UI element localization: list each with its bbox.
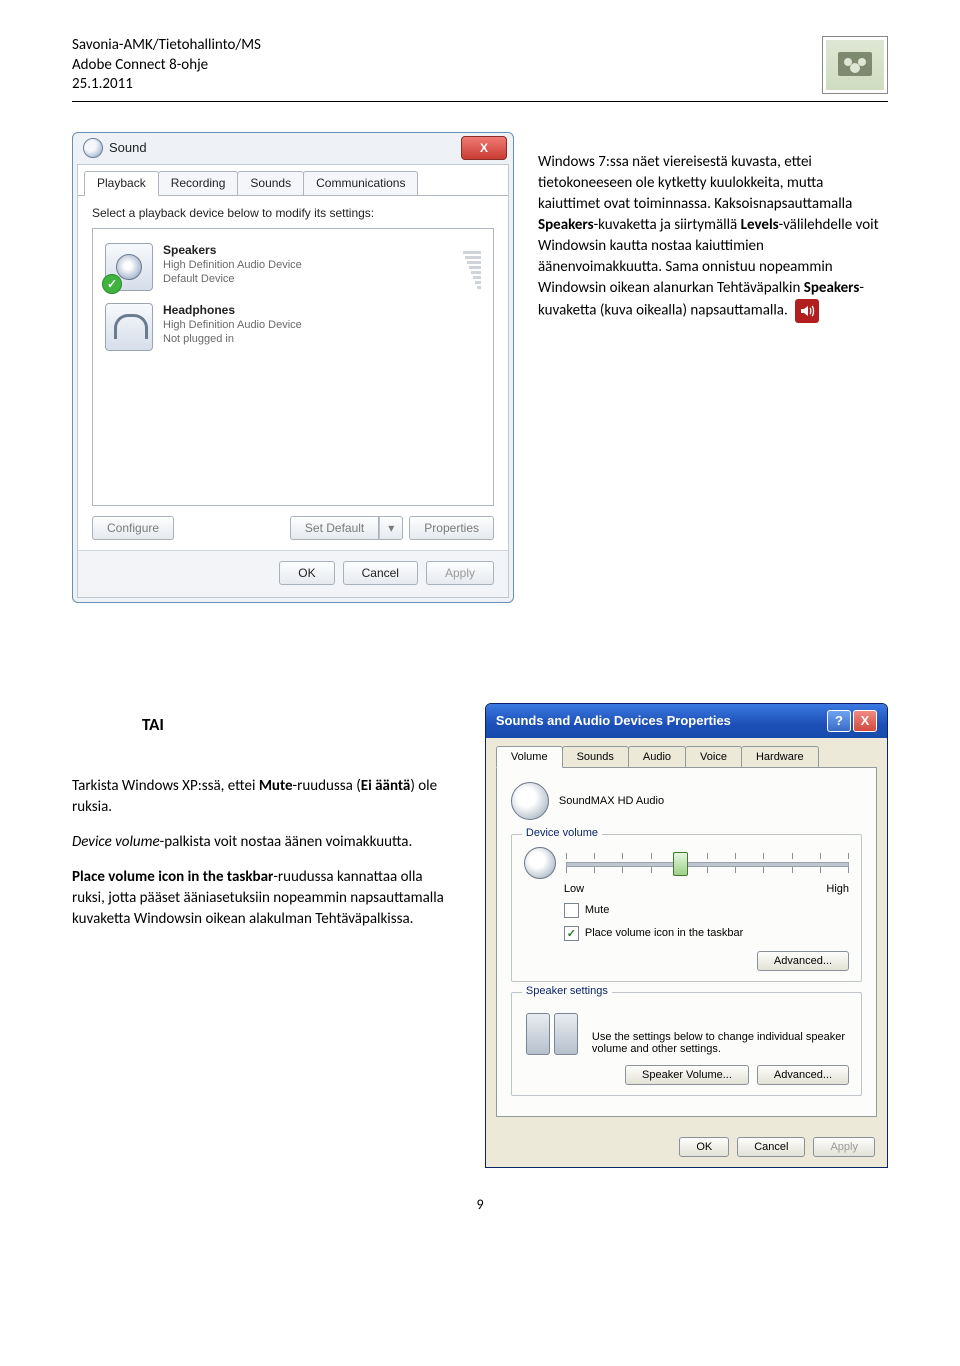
- tab-audio[interactable]: Audio: [628, 746, 686, 767]
- ok-button[interactable]: OK: [679, 1137, 729, 1157]
- advanced-button[interactable]: Advanced...: [757, 951, 849, 971]
- header-line-3: 25.1.2011: [72, 75, 261, 95]
- speaker-settings-group: Speaker settings Use the settings below …: [511, 992, 862, 1096]
- device-name: Headphones: [163, 303, 235, 317]
- apply-button[interactable]: Apply: [426, 561, 494, 585]
- headphones-icon: [105, 303, 153, 351]
- close-button[interactable]: X: [461, 136, 507, 160]
- tab-hardware[interactable]: Hardware: [741, 746, 819, 767]
- device-status: Not plugged in: [163, 333, 234, 345]
- device-headphones[interactable]: Headphones High Definition Audio Device …: [101, 297, 485, 357]
- xp-title: Sounds and Audio Devices Properties: [496, 713, 731, 728]
- cancel-button[interactable]: Cancel: [737, 1137, 805, 1157]
- playback-prompt: Select a playback device below to modify…: [92, 206, 494, 220]
- apply-button[interactable]: Apply: [813, 1137, 875, 1157]
- tab-communications[interactable]: Communications: [303, 171, 418, 195]
- doc-header: Savonia-AMK/Tietohallinto/MS Adobe Conne…: [72, 36, 261, 95]
- tab-playback[interactable]: Playback: [84, 171, 159, 196]
- speakers-icon: ✓: [105, 243, 153, 291]
- mute-label: Mute: [585, 904, 609, 916]
- tray-speaker-icon: [795, 299, 819, 323]
- or-heading: TAI: [142, 713, 455, 737]
- set-default-button[interactable]: Set Default ▾: [290, 516, 403, 540]
- check-icon: ✓: [102, 274, 122, 294]
- advanced-button[interactable]: Advanced...: [757, 1065, 849, 1085]
- speakers-pair-icon: [524, 1005, 580, 1055]
- sound-title: Sound: [109, 140, 147, 155]
- configure-button[interactable]: Configure: [92, 516, 174, 540]
- device-driver: High Definition Audio Device: [163, 319, 302, 331]
- header-logo: [822, 36, 888, 94]
- help-button[interactable]: ?: [827, 710, 851, 732]
- device-volume-group: Device volume Low Hi: [511, 834, 862, 982]
- audio-device-icon: [511, 782, 549, 820]
- tab-recording[interactable]: Recording: [158, 171, 239, 195]
- header-rule: [72, 101, 888, 102]
- audio-device-name: SoundMAX HD Audio: [559, 795, 664, 807]
- speaker-icon: [524, 847, 556, 879]
- tab-voice[interactable]: Voice: [685, 746, 742, 767]
- sound-dialog: Sound X Playback Recording Sounds Commun…: [72, 132, 514, 603]
- ok-button[interactable]: OK: [279, 561, 334, 585]
- explanation-text-win7: Windows 7:ssa näet viereisestä kuvasta, …: [538, 132, 888, 323]
- explanation-text-xp: TAI Tarkista Windows XP:ssä, ettei Mute-…: [72, 703, 455, 945]
- speaker-settings-text: Use the settings below to change individ…: [592, 1031, 849, 1055]
- chevron-down-icon[interactable]: ▾: [379, 516, 403, 540]
- taskbar-icon-label: Place volume icon in the taskbar: [585, 927, 743, 939]
- close-icon: X: [480, 141, 488, 155]
- volume-slider[interactable]: [566, 851, 849, 875]
- cancel-button[interactable]: Cancel: [343, 561, 418, 585]
- device-speakers[interactable]: ✓ Speakers High Definition Audio Device …: [101, 237, 485, 297]
- tab-sounds[interactable]: Sounds: [562, 746, 629, 767]
- page-number: 9: [72, 1196, 888, 1213]
- device-driver: High Definition Audio Device: [163, 259, 302, 271]
- tab-volume[interactable]: Volume: [496, 746, 563, 768]
- device-list[interactable]: ✓ Speakers High Definition Audio Device …: [92, 228, 494, 506]
- people-icon: [832, 46, 878, 84]
- group-title: Speaker settings: [522, 985, 612, 997]
- tab-sounds[interactable]: Sounds: [237, 171, 304, 195]
- speaker-volume-button[interactable]: Speaker Volume...: [625, 1065, 749, 1085]
- mute-checkbox[interactable]: [564, 903, 579, 918]
- sound-title-icon: [83, 138, 103, 158]
- group-title: Device volume: [522, 827, 602, 839]
- close-button[interactable]: X: [853, 710, 877, 732]
- header-line-1: Savonia-AMK/Tietohallinto/MS: [72, 36, 261, 56]
- device-status: Default Device: [163, 273, 235, 285]
- header-line-2: Adobe Connect 8-ohje: [72, 56, 261, 76]
- device-name: Speakers: [163, 243, 216, 257]
- level-meter: [463, 243, 481, 289]
- properties-button[interactable]: Properties: [409, 516, 494, 540]
- slider-thumb[interactable]: [673, 852, 688, 876]
- taskbar-icon-checkbox[interactable]: ✓: [564, 926, 579, 941]
- xp-sound-dialog: Sounds and Audio Devices Properties ? X …: [485, 703, 888, 1168]
